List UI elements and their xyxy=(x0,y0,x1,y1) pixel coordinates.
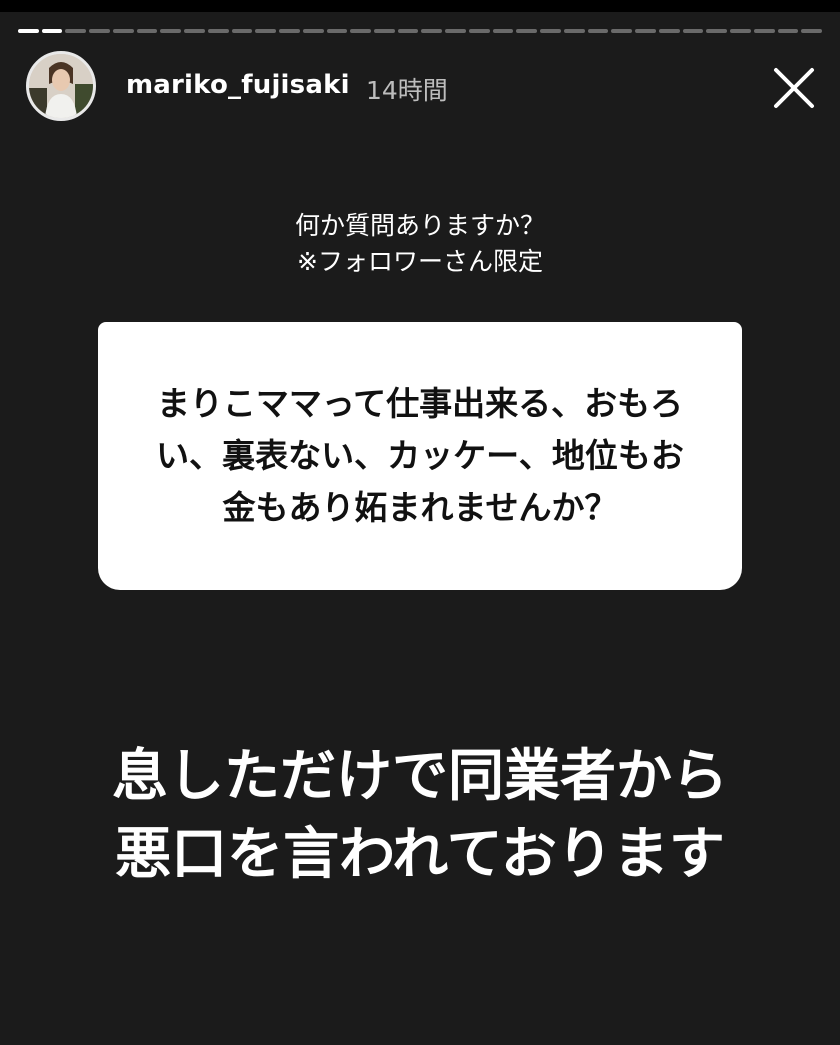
progress-segment xyxy=(326,29,348,33)
progress-segment xyxy=(374,29,395,33)
progress-segment xyxy=(184,29,205,33)
progress-segment xyxy=(231,29,253,33)
progress-segment xyxy=(730,29,751,33)
question-prompt-line2: ※フォロワーさん限定 xyxy=(297,247,543,276)
question-text: まりこママって仕事出来る、おもろい、裏表ない、カッケー、地位もお金もあり妬まれま… xyxy=(156,384,684,527)
progress-segment xyxy=(112,29,134,33)
progress-segment xyxy=(65,29,87,33)
progress-segment xyxy=(279,29,300,33)
story-header: mariko_fujisaki 14時間 xyxy=(0,48,840,128)
close-button[interactable] xyxy=(768,62,820,114)
progress-segment xyxy=(468,29,490,33)
status-bar-strip xyxy=(0,0,840,12)
progress-segment xyxy=(682,29,704,33)
progress-segment xyxy=(611,29,633,33)
answer-line1: 息しただけで同業者から xyxy=(112,744,728,809)
progress-segment xyxy=(777,29,799,33)
post-time: 14時間 xyxy=(366,76,448,105)
progress-segment xyxy=(18,29,39,33)
close-icon xyxy=(774,68,814,108)
progress-segment xyxy=(302,29,324,33)
progress-segment xyxy=(421,29,443,33)
username[interactable]: mariko_fujisaki xyxy=(126,70,350,100)
progress-segment xyxy=(635,29,656,33)
progress-segment xyxy=(41,29,63,33)
progress-segment xyxy=(397,29,419,33)
profile-avatar-icon xyxy=(29,54,93,118)
progress-segment xyxy=(563,29,585,33)
progress-segment xyxy=(801,29,822,33)
story-viewer[interactable]: mariko_fujisaki 14時間 何か質問ありますか？ ※フォロワーさん… xyxy=(0,0,840,1045)
progress-segment xyxy=(753,29,775,33)
progress-segment xyxy=(89,29,110,33)
progress-segment xyxy=(136,29,158,33)
progress-segment xyxy=(445,29,466,33)
progress-segment xyxy=(587,29,609,33)
question-sticker-card: まりこママって仕事出来る、おもろい、裏表ない、カッケー、地位もお金もあり妬まれま… xyxy=(98,322,742,590)
progress-segment xyxy=(658,29,680,33)
progress-segment xyxy=(207,29,229,33)
progress-segment xyxy=(706,29,728,33)
answer-text: 息しただけで同業者から 悪口を言われております xyxy=(0,738,840,894)
avatar[interactable] xyxy=(26,51,96,121)
question-sticker-prompt: 何か質問ありますか？ ※フォロワーさん限定 xyxy=(0,208,840,280)
answer-line2: 悪口を言われております xyxy=(115,822,725,887)
progress-segment xyxy=(540,29,561,33)
progress-segment xyxy=(492,29,514,33)
question-prompt-line1: 何か質問ありますか？ xyxy=(294,211,545,240)
progress-segment xyxy=(350,29,372,33)
progress-segment xyxy=(255,29,277,33)
progress-segment xyxy=(160,29,182,33)
story-progress-bar xyxy=(18,29,822,33)
progress-segment xyxy=(516,29,538,33)
